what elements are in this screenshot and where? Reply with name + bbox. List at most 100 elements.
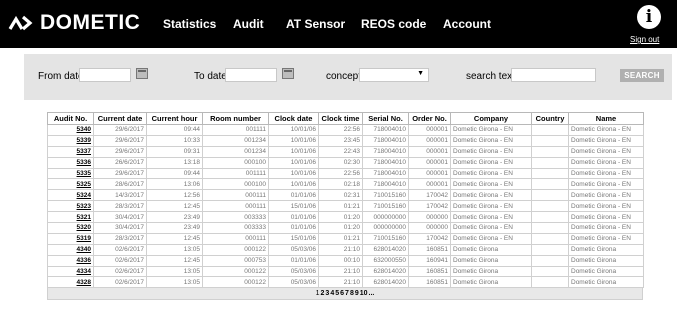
current-date-cell: 02/6/2017: [93, 254, 147, 267]
table-row[interactable]: 5339 29/6/2017 10:33 001234 10/01/06 23:45 718…: [47, 134, 644, 147]
order-no-cell: 000001: [408, 145, 451, 158]
country-cell: [531, 254, 569, 267]
audit-no-link[interactable]: 5340: [47, 124, 94, 136]
page-more-link[interactable]: ...: [369, 290, 375, 297]
nav-statistics[interactable]: Statistics: [163, 17, 216, 31]
company-cell: Dometic Girona: [450, 254, 532, 267]
page-link[interactable]: 4: [330, 290, 334, 297]
table-row[interactable]: 5337 29/6/2017 09:31 001234 10/01/06 22:43 718…: [47, 145, 644, 158]
from-date-input[interactable]: [79, 68, 131, 82]
order-no-cell: 000000: [408, 211, 451, 224]
page-link[interactable]: 7: [345, 290, 349, 297]
clock-date-cell: 10/01/06: [268, 178, 319, 191]
audit-no-link[interactable]: 4334: [47, 265, 94, 278]
audit-no-link[interactable]: 5324: [47, 189, 94, 202]
country-cell: [531, 222, 569, 234]
to-date-calendar-icon[interactable]: [282, 68, 294, 79]
page-link[interactable]: 9: [355, 290, 359, 297]
page-link[interactable]: 10: [360, 290, 368, 297]
table-row[interactable]: 5325 28/6/2017 13:06 000100 10/01/06 02:18 718…: [47, 178, 644, 191]
table-row[interactable]: 5320 30/4/2017 23:49 003333 01/01/06 01:20 000…: [47, 222, 644, 234]
page-link[interactable]: 6: [340, 290, 344, 297]
table-row[interactable]: 5323 28/3/2017 12:45 000111 15/01/06 01:21 710…: [47, 200, 644, 213]
col-name[interactable]: Name: [568, 112, 644, 125]
current-hour-cell: 23:49: [146, 222, 203, 234]
room-number-cell: 000111: [202, 232, 269, 245]
col-serial-no[interactable]: Serial No.: [362, 112, 409, 125]
audit-no-link[interactable]: 5320: [47, 222, 94, 234]
page-link[interactable]: 5: [335, 290, 339, 297]
col-clock-date[interactable]: Clock date: [268, 112, 319, 125]
current-date-cell: 29/6/2017: [93, 145, 147, 158]
audit-no-link[interactable]: 4340: [47, 243, 94, 256]
table-row[interactable]: 5324 14/3/2017 12:56 000111 01/01/06 02:31 710…: [47, 189, 644, 202]
col-country[interactable]: Country: [531, 112, 569, 125]
serial-no-cell: 628014020: [362, 276, 409, 289]
name-cell: Dometic Girona - EN: [568, 178, 644, 191]
from-date-calendar-icon[interactable]: [136, 68, 148, 79]
audit-no-link[interactable]: 4328: [47, 276, 94, 289]
table-row[interactable]: 4334 02/6/2017 13:05 000122 05/03/06 21:10 628…: [47, 265, 644, 278]
name-cell: Dometic Girona: [568, 276, 644, 289]
col-order-no[interactable]: Order No.: [408, 112, 451, 125]
nav-account[interactable]: Account: [443, 17, 491, 31]
audit-no-link[interactable]: 5335: [47, 167, 94, 180]
current-date-cell: 02/6/2017: [93, 265, 147, 278]
table-row[interactable]: 5335 29/6/2017 09:44 001111 10/01/06 22:56 718…: [47, 167, 644, 180]
col-room-number[interactable]: Room number: [202, 112, 269, 125]
table-row[interactable]: 5321 30/4/2017 23:49 003333 01/01/06 01:20 000…: [47, 211, 644, 224]
clock-time-cell: 22:56: [318, 167, 363, 180]
room-number-cell: 003333: [202, 222, 269, 234]
sign-out-link[interactable]: Sign out: [630, 35, 659, 44]
audit-no-link[interactable]: 5337: [47, 145, 94, 158]
dometic-logo[interactable]: DOMETIC: [8, 12, 140, 34]
clock-date-cell: 10/01/06: [268, 145, 319, 158]
clock-date-cell: 10/01/06: [268, 167, 319, 180]
concept-label: concept: [326, 71, 362, 82]
clock-date-cell: 10/01/06: [268, 124, 319, 136]
table-row[interactable]: 4340 02/6/2017 13:05 000122 05/03/06 21:10 628…: [47, 243, 644, 256]
table-row[interactable]: 4328 02/6/2017 13:05 000122 05/03/06 21:10 628…: [47, 276, 644, 289]
to-date-input[interactable]: [225, 68, 277, 82]
nav-audit[interactable]: Audit: [233, 17, 264, 31]
col-current-date[interactable]: Current date: [93, 112, 147, 125]
concept-select[interactable]: ▼: [359, 68, 429, 82]
audit-no-link[interactable]: 5325: [47, 178, 94, 191]
audit-no-link[interactable]: 5339: [47, 134, 94, 147]
nav-at-sensor[interactable]: AT Sensor: [286, 17, 345, 31]
audit-no-link[interactable]: 5319: [47, 232, 94, 245]
page-link[interactable]: 8: [350, 290, 354, 297]
col-clock-time[interactable]: Clock time: [318, 112, 363, 125]
name-cell: Dometic Girona - EN: [568, 167, 644, 180]
page-link[interactable]: 1: [316, 290, 320, 297]
audit-no-link[interactable]: 5323: [47, 200, 94, 213]
search-button[interactable]: SEARCH: [620, 69, 664, 82]
search-text-input[interactable]: [511, 68, 596, 82]
audit-no-link[interactable]: 5336: [47, 156, 94, 169]
clock-date-cell: 05/03/06: [268, 276, 319, 289]
room-number-cell: 003333: [202, 211, 269, 224]
page-link[interactable]: 3: [325, 290, 329, 297]
clock-date-cell: 10/01/06: [268, 134, 319, 147]
clock-time-cell: 02:31: [318, 189, 363, 202]
audit-no-link[interactable]: 4336: [47, 254, 94, 267]
clock-time-cell: 21:10: [318, 265, 363, 278]
page-link[interactable]: 2: [321, 290, 325, 297]
table-row[interactable]: 5340 29/6/2017 09:44 001111 10/01/06 22:56 718…: [47, 124, 644, 136]
info-icon[interactable]: i: [637, 5, 661, 29]
country-cell: [531, 178, 569, 191]
chevron-logo-icon: [8, 15, 33, 31]
clock-date-cell: 10/01/06: [268, 156, 319, 169]
current-hour-cell: 10:33: [146, 134, 203, 147]
table-row[interactable]: 5319 28/3/2017 12:45 000111 15/01/06 01:21 710…: [47, 232, 644, 245]
order-no-cell: 160851: [408, 243, 451, 256]
name-cell: Dometic Girona - EN: [568, 145, 644, 158]
col-company[interactable]: Company: [450, 112, 532, 125]
col-audit-no[interactable]: Audit No.: [47, 112, 94, 125]
search-text-label: search text: [466, 71, 515, 82]
audit-no-link[interactable]: 5321: [47, 211, 94, 224]
col-current-hour[interactable]: Current hour: [146, 112, 203, 125]
nav-reos-code[interactable]: REOS code: [361, 17, 426, 31]
table-row[interactable]: 4336 02/6/2017 12:45 000753 01/01/06 00:10 632…: [47, 254, 644, 267]
table-row[interactable]: 5336 26/6/2017 13:18 000100 10/01/06 02:30 718…: [47, 156, 644, 169]
